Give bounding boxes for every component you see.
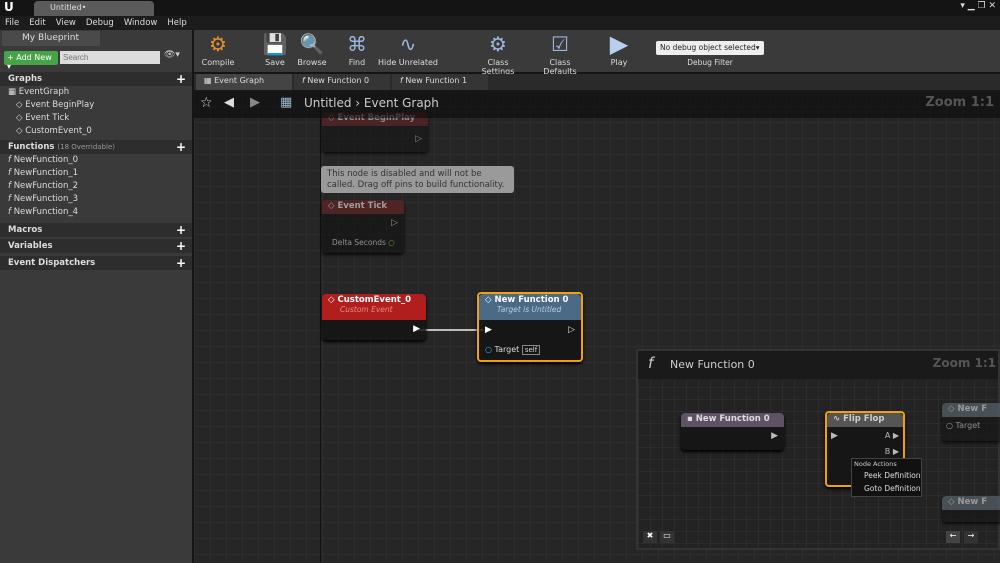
maximize-icon[interactable]: ▭ [660, 531, 674, 543]
peek-definition-window[interactable]: f New Function 0 Zoom 1:1 ▪ New Function… [636, 349, 1000, 550]
peek-zoom-label: Zoom 1:1 [932, 356, 996, 370]
star-icon[interactable]: ☆ [200, 95, 213, 111]
peek-title: New Function 0 [670, 358, 755, 371]
function-icon: f [648, 354, 654, 372]
close-icon[interactable]: ✖ [643, 531, 657, 543]
node-header: ◇ New F [942, 403, 1000, 417]
graph-icon: ▦ [280, 95, 293, 110]
breadcrumb-root[interactable]: Untitled [304, 96, 351, 110]
self-value: self [521, 345, 541, 355]
target-pin[interactable]: ○ Target self [485, 345, 541, 355]
exec-in-pin-icon[interactable]: ▶ [485, 325, 492, 335]
peek-header: f New Function 0 Zoom 1:1 [638, 351, 998, 379]
exec-pin-icon[interactable]: ▶ [413, 324, 420, 334]
node-title: New F [957, 404, 988, 414]
node-subtitle: Target is Untitled [497, 305, 562, 314]
menu-header: Node Actions [854, 460, 897, 468]
breadcrumb: Untitled › Event Graph [304, 96, 439, 110]
pin-b[interactable]: B ▶ [885, 447, 899, 456]
new-function-call-node[interactable]: ◇ New F ○ Target [942, 403, 1000, 441]
pin-label: Target [494, 345, 520, 354]
back-arrow-icon[interactable]: ← [946, 531, 960, 543]
function-entry-node[interactable]: ▪ New Function 0 ▶ [681, 413, 784, 450]
menu-item-peek-definition[interactable]: Peek Definition [852, 469, 921, 482]
node-header: ◇ New F [942, 496, 1000, 510]
back-arrow-icon[interactable]: ◀ [224, 95, 234, 110]
forward-arrow-icon[interactable]: ▶ [250, 95, 260, 110]
menu-item-goto-definition[interactable]: Goto Definition [852, 482, 921, 495]
node-header: ◇ New Function 0 Target is Untitled [479, 294, 581, 320]
node-subtitle: Custom Event [340, 305, 393, 314]
node-actions-menu: Node Actions Peek Definition Goto Defini… [851, 458, 922, 497]
node-header: ∿ Flip Flop [827, 413, 903, 427]
pin-a[interactable]: A ▶ [885, 431, 899, 440]
target-pin[interactable]: ○ Target [946, 421, 980, 430]
pin-label: B [884, 447, 891, 456]
exec-out-pin-icon[interactable]: ▷ [568, 325, 575, 335]
exec-pin-icon[interactable]: ▶ [771, 431, 778, 441]
breadcrumb-bar: ☆ ◀ ▶ ▦ Untitled › Event Graph Zoom 1:1 [194, 90, 1000, 118]
zoom-label: Zoom 1:1 [925, 95, 994, 110]
node-title: Flip Flop [843, 414, 885, 424]
node-title: CustomEvent_0 [337, 295, 412, 305]
node-header: ◇ CustomEvent_0 Custom Event [322, 294, 426, 320]
new-function-0-call-node[interactable]: ◇ New Function 0 Target is Untitled ▶ ▷ ○… [477, 292, 583, 362]
exec-in-pin-icon[interactable]: ▶ [831, 431, 838, 441]
node-title: New Function 0 [494, 295, 569, 305]
custom-event-node[interactable]: ◇ CustomEvent_0 Custom Event ▶ [322, 294, 426, 340]
node-header: ▪ New Function 0 [681, 413, 784, 427]
pin-label: A [884, 431, 891, 440]
forward-arrow-icon[interactable]: → [964, 531, 978, 543]
node-title: New Function 0 [695, 414, 770, 424]
node-title: New F [957, 497, 988, 507]
new-function-call-node[interactable]: ◇ New F [942, 496, 1000, 522]
breadcrumb-leaf: Event Graph [363, 96, 439, 110]
pin-label: Target [955, 421, 981, 430]
